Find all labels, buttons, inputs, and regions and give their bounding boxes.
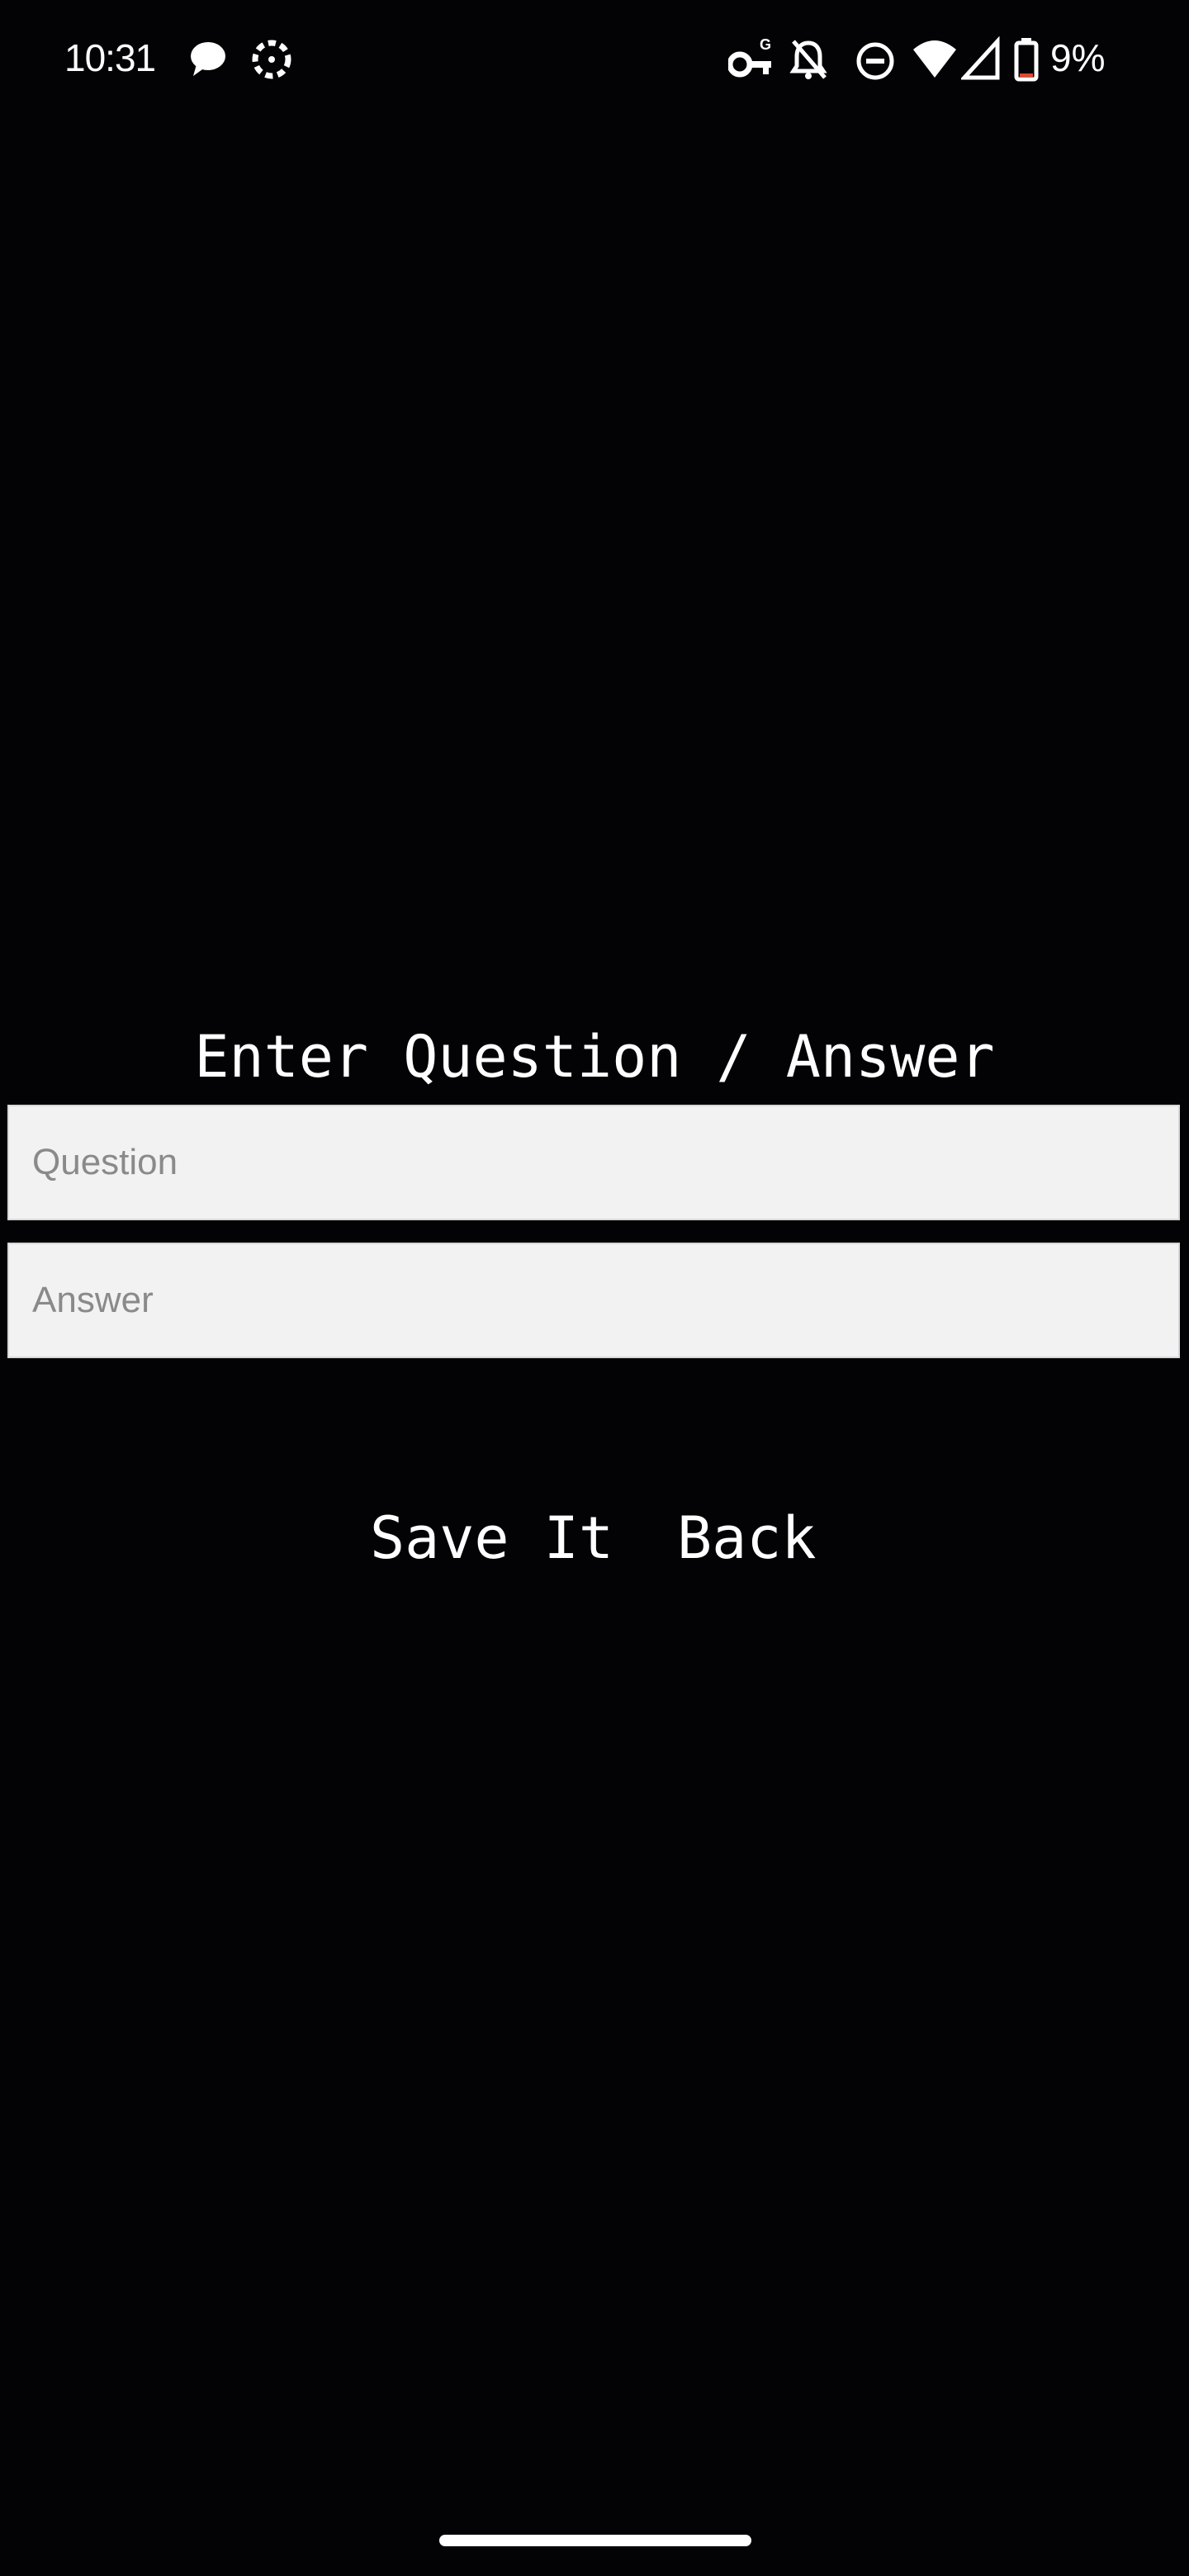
status-bar: 10:31 G 9% bbox=[0, 0, 1189, 124]
back-button[interactable]: Back bbox=[677, 1501, 817, 1575]
answer-input[interactable] bbox=[7, 1243, 1180, 1358]
wifi-icon bbox=[912, 36, 958, 83]
svg-text:G: G bbox=[760, 36, 771, 53]
question-input[interactable] bbox=[7, 1105, 1180, 1220]
notifications-off-icon bbox=[789, 36, 828, 83]
status-time: 10:31 bbox=[64, 36, 156, 79]
battery-icon bbox=[1014, 36, 1039, 83]
dashed-circle-icon bbox=[249, 36, 294, 83]
home-indicator[interactable] bbox=[439, 2535, 751, 2546]
battery-percentage: 9% bbox=[1050, 36, 1106, 79]
form-title: Enter Question / Answer bbox=[194, 1023, 995, 1091]
signal-icon bbox=[961, 36, 1001, 83]
chat-bubble-icon bbox=[188, 36, 228, 83]
vpn-key-icon: G bbox=[728, 36, 775, 83]
do-not-disturb-icon bbox=[854, 36, 897, 83]
save-button[interactable]: Save It bbox=[370, 1501, 613, 1575]
